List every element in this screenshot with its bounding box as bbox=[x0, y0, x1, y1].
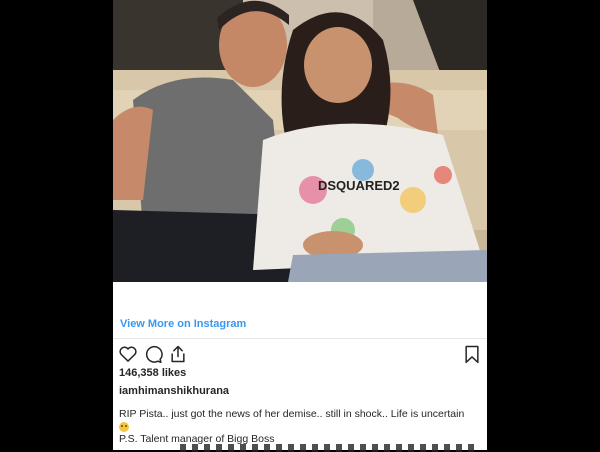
caption-text: RIP Pista.. just got the news of her dem… bbox=[119, 408, 465, 420]
comment-icon[interactable] bbox=[143, 344, 163, 364]
sad-face-emoji-icon bbox=[119, 422, 129, 433]
action-bar bbox=[118, 344, 482, 364]
like-count[interactable]: 146,358 likes bbox=[119, 367, 186, 379]
share-icon[interactable] bbox=[168, 344, 188, 364]
author-username[interactable]: iamhimanshikhurana bbox=[119, 385, 229, 397]
heart-icon[interactable] bbox=[118, 344, 138, 364]
caption: RIP Pista.. just got the news of her dem… bbox=[119, 408, 481, 434]
post-photo[interactable]: DSQUARED2 bbox=[113, 0, 487, 282]
divider bbox=[113, 338, 487, 339]
shirt-print-text: DSQUARED2 bbox=[318, 178, 400, 193]
view-more-on-instagram-link[interactable]: View More on Instagram bbox=[120, 318, 246, 330]
instagram-post-card: DSQUARED2 View More on Instagram 146,358… bbox=[113, 0, 487, 450]
bookmark-icon[interactable] bbox=[462, 344, 482, 364]
cropped-overlay-text bbox=[180, 444, 480, 452]
